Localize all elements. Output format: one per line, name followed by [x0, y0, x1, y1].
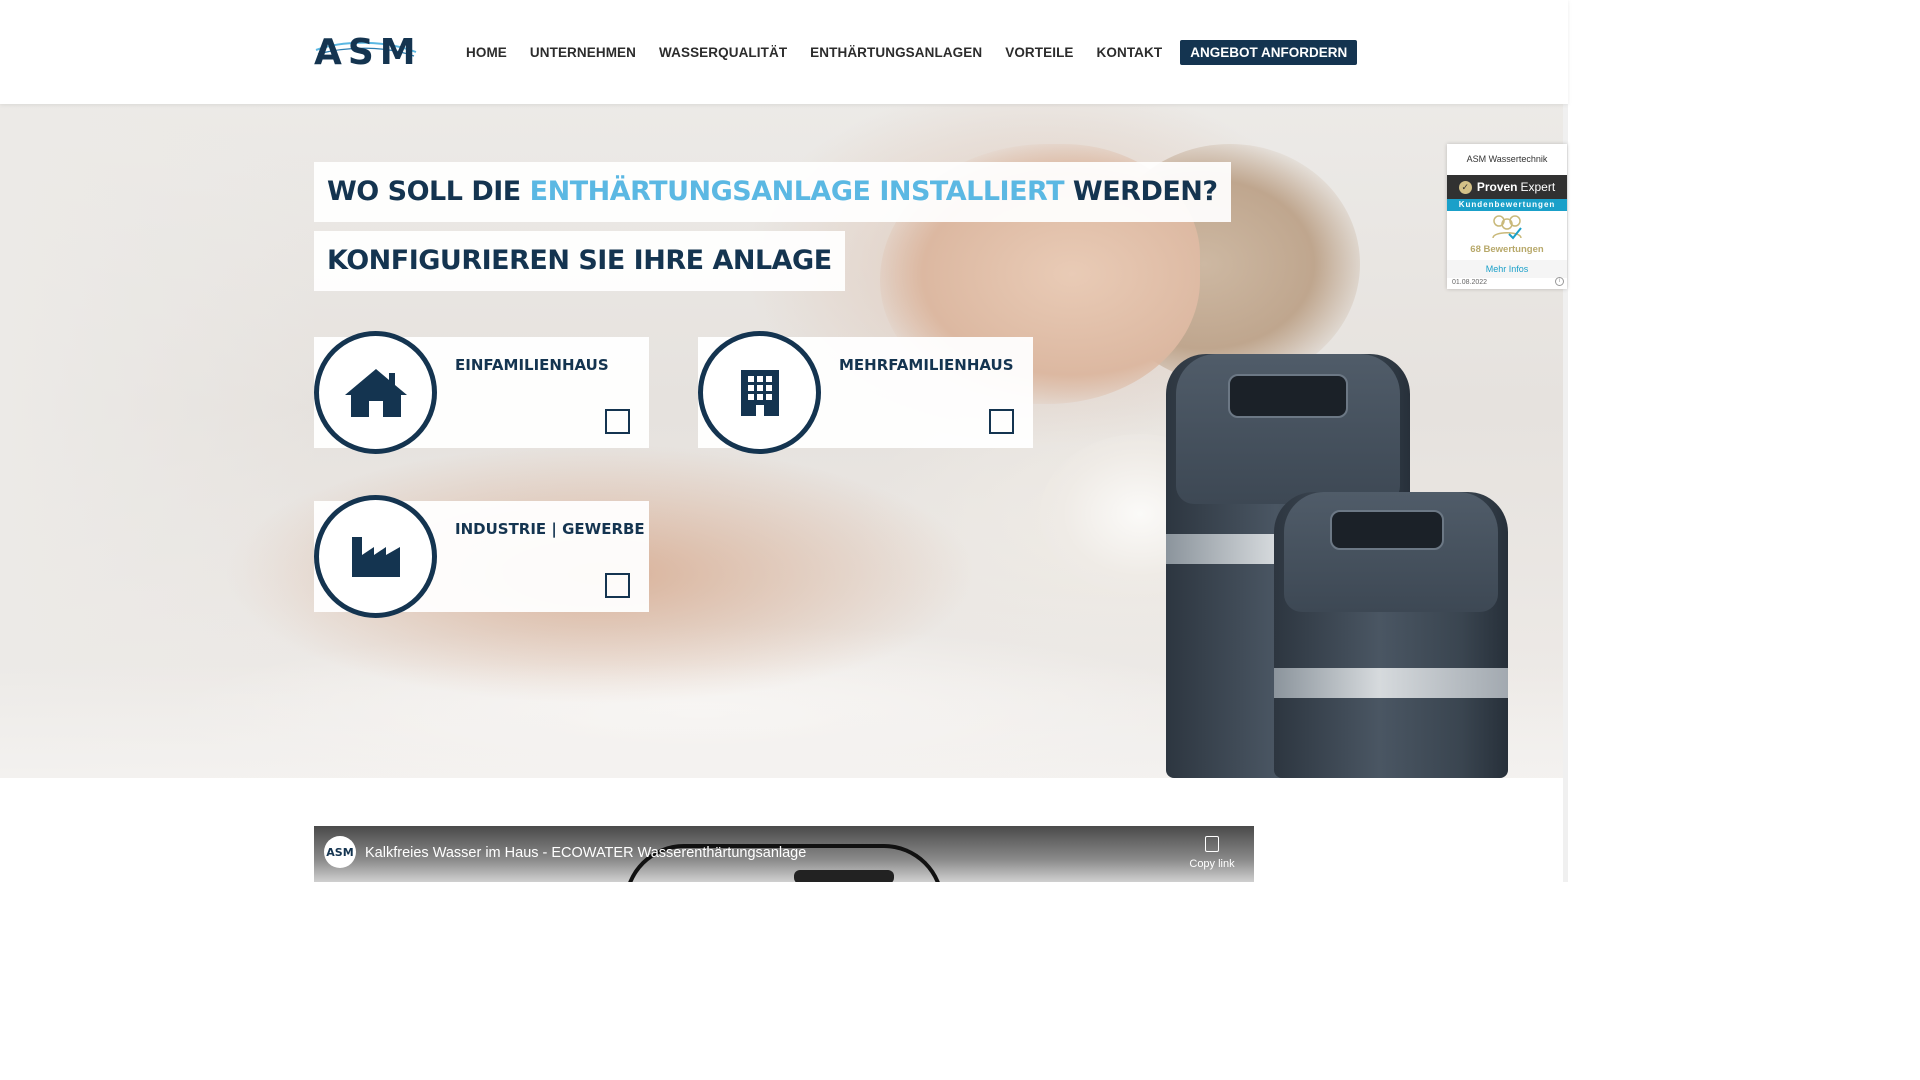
- video-embed[interactable]: ASM Kalkfreies Wasser im Haus - ECOWATER…: [314, 826, 1254, 882]
- pe-check-icon: ✓: [1458, 180, 1472, 194]
- option-label: MEHRFAMILIENHAUS: [839, 356, 1014, 374]
- option-card-industrie-gewerbe[interactable]: INDUSTRIE | GEWERBE: [314, 495, 649, 618]
- softener-band: [1274, 668, 1508, 698]
- nav-item-vorteile[interactable]: VORTEILE: [1005, 45, 1073, 60]
- option-label: INDUSTRIE | GEWERBE: [455, 520, 645, 538]
- house-icon: [344, 368, 407, 417]
- video-channel-avatar[interactable]: ASM: [324, 836, 356, 868]
- pe-users-icon: [1492, 215, 1522, 240]
- hero-section: WO SOLL DIE ENTHÄRTUNGSANLAGE INSTALLIER…: [0, 104, 1568, 778]
- copy-link-label: Copy link: [1189, 858, 1235, 870]
- pe-brand-bold: Proven: [1476, 180, 1518, 194]
- pe-brand-bar: ✓ Proven Expert: [1447, 175, 1567, 199]
- nav-item-wasserqualitaet[interactable]: WASSERQUALITÄT: [659, 45, 787, 60]
- site-header: ASM HOME UNTERNEHMEN WASSERQUALITÄT ENTH…: [0, 0, 1568, 104]
- video-thumbnail-detail: [794, 870, 894, 882]
- site-logo[interactable]: ASM: [314, 30, 418, 74]
- softener-display: [1330, 510, 1444, 550]
- pe-date: 01.08.2022: [1452, 279, 1488, 286]
- option-card-mehrfamilienhaus[interactable]: MEHRFAMILIENHAUS: [698, 331, 1033, 454]
- pe-brand-rest: Expert: [1520, 180, 1556, 194]
- option-checkbox[interactable]: [605, 409, 630, 434]
- page-scrollbar[interactable]: [1563, 0, 1568, 882]
- hero-subheadline: KONFIGURIEREN SIE IHRE ANLAGE: [314, 231, 845, 291]
- provenexpert-widget[interactable]: ASM Wassertechnik ✓ Proven Expert Kunden…: [1447, 144, 1567, 289]
- option-checkbox[interactable]: [605, 573, 630, 598]
- pe-info-icon[interactable]: i: [1555, 277, 1564, 286]
- hero-headline: WO SOLL DIE ENTHÄRTUNGSANLAGE INSTALLIER…: [314, 162, 1231, 222]
- copy-link-button[interactable]: Copy link: [1186, 836, 1238, 870]
- headline-part-2: WERDEN?: [1064, 176, 1218, 207]
- option-icon-circle: [314, 495, 437, 618]
- nav-item-kontakt[interactable]: KONTAKT: [1097, 45, 1163, 60]
- logo-text: ASM: [314, 31, 422, 73]
- option-icon-circle: [698, 331, 821, 454]
- option-label: EINFAMILIENHAUS: [455, 356, 609, 374]
- pe-more-info-link[interactable]: Mehr Infos: [1447, 260, 1567, 278]
- option-card-einfamilienhaus[interactable]: EINFAMILIENHAUS: [314, 331, 649, 454]
- main-navigation: HOME UNTERNEHMEN WASSERQUALITÄT ENTHÄRTU…: [466, 39, 1358, 65]
- softener-display: [1228, 374, 1348, 418]
- nav-item-home[interactable]: HOME: [466, 45, 507, 60]
- factory-icon: [351, 536, 400, 577]
- pe-company-name: ASM Wassertechnik: [1466, 154, 1548, 164]
- nav-item-unternehmen[interactable]: UNTERNEHMEN: [530, 45, 636, 60]
- product-softener-small: [1274, 492, 1508, 778]
- headline-accent: ENTHÄRTUNGSANLAGE INSTALLIERT: [529, 176, 1065, 207]
- option-checkbox[interactable]: [989, 409, 1014, 434]
- building-icon: [740, 369, 779, 416]
- copy-icon: [1205, 836, 1219, 852]
- headline-part-1: WO SOLL DIE: [327, 176, 530, 207]
- video-title[interactable]: Kalkfreies Wasser im Haus - ECOWATER Was…: [365, 845, 806, 861]
- option-icon-circle: [314, 331, 437, 454]
- pe-review-count: 68 Bewertungen: [1470, 244, 1544, 255]
- pe-subtitle: Kundenbewertungen: [1447, 199, 1567, 211]
- request-offer-button[interactable]: ANGEBOT ANFORDERN: [1180, 39, 1358, 65]
- nav-item-enthaertungsanlagen[interactable]: ENTHÄRTUNGSANLAGEN: [810, 45, 982, 60]
